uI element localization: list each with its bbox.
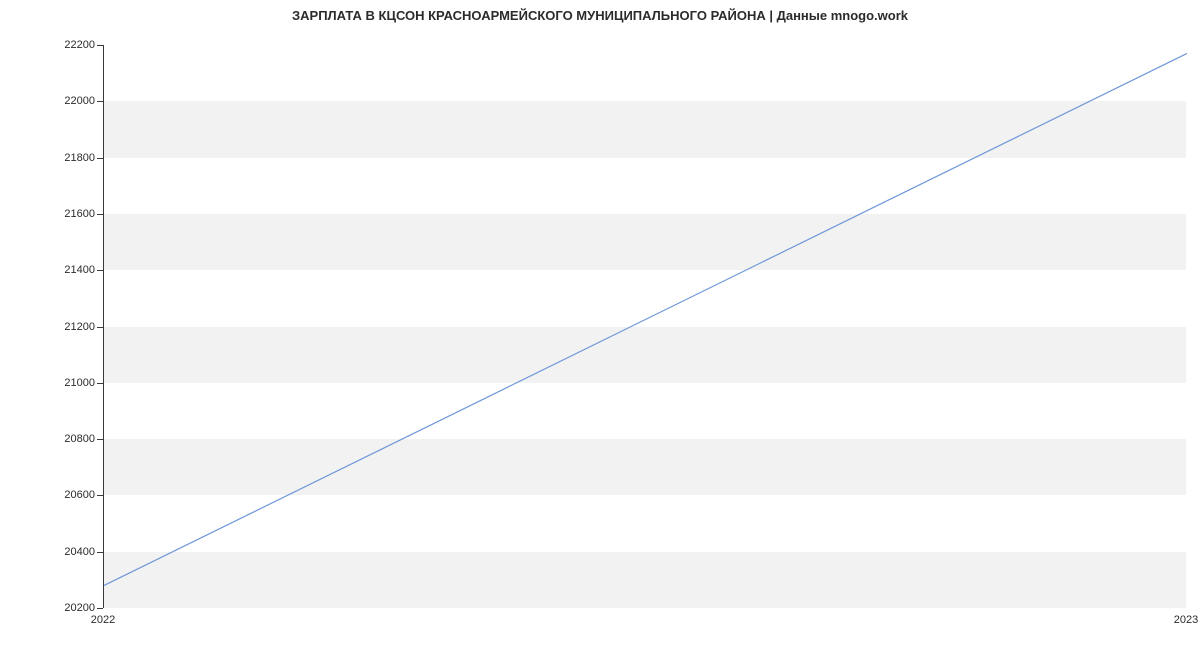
y-tick-label: 20600 <box>35 489 95 501</box>
y-tick-mark <box>97 214 103 215</box>
plot-area <box>103 45 1186 608</box>
y-tick-label: 20400 <box>35 546 95 558</box>
y-tick-label: 21400 <box>35 264 95 276</box>
y-tick-mark <box>97 552 103 553</box>
y-tick-label: 21000 <box>35 377 95 389</box>
chart-title: ЗАРПЛАТА В КЦСОН КРАСНОАРМЕЙСКОГО МУНИЦИ… <box>0 8 1200 23</box>
y-tick-mark <box>97 495 103 496</box>
y-tick-label: 21800 <box>35 152 95 164</box>
y-tick-mark <box>97 327 103 328</box>
y-tick-mark <box>97 45 103 46</box>
y-tick-label: 20800 <box>35 433 95 445</box>
y-tick-label: 22000 <box>35 95 95 107</box>
y-tick-mark <box>97 158 103 159</box>
x-tick-label: 2023 <box>1174 614 1198 626</box>
y-tick-mark <box>97 608 103 609</box>
y-tick-label: 22200 <box>35 39 95 51</box>
line-series <box>104 45 1187 608</box>
y-tick-mark <box>97 383 103 384</box>
y-tick-mark <box>97 101 103 102</box>
y-tick-mark <box>97 439 103 440</box>
y-tick-label: 21600 <box>35 208 95 220</box>
y-tick-mark <box>97 270 103 271</box>
y-tick-label: 20200 <box>35 602 95 614</box>
x-tick-label: 2022 <box>91 614 115 626</box>
y-tick-label: 21200 <box>35 321 95 333</box>
